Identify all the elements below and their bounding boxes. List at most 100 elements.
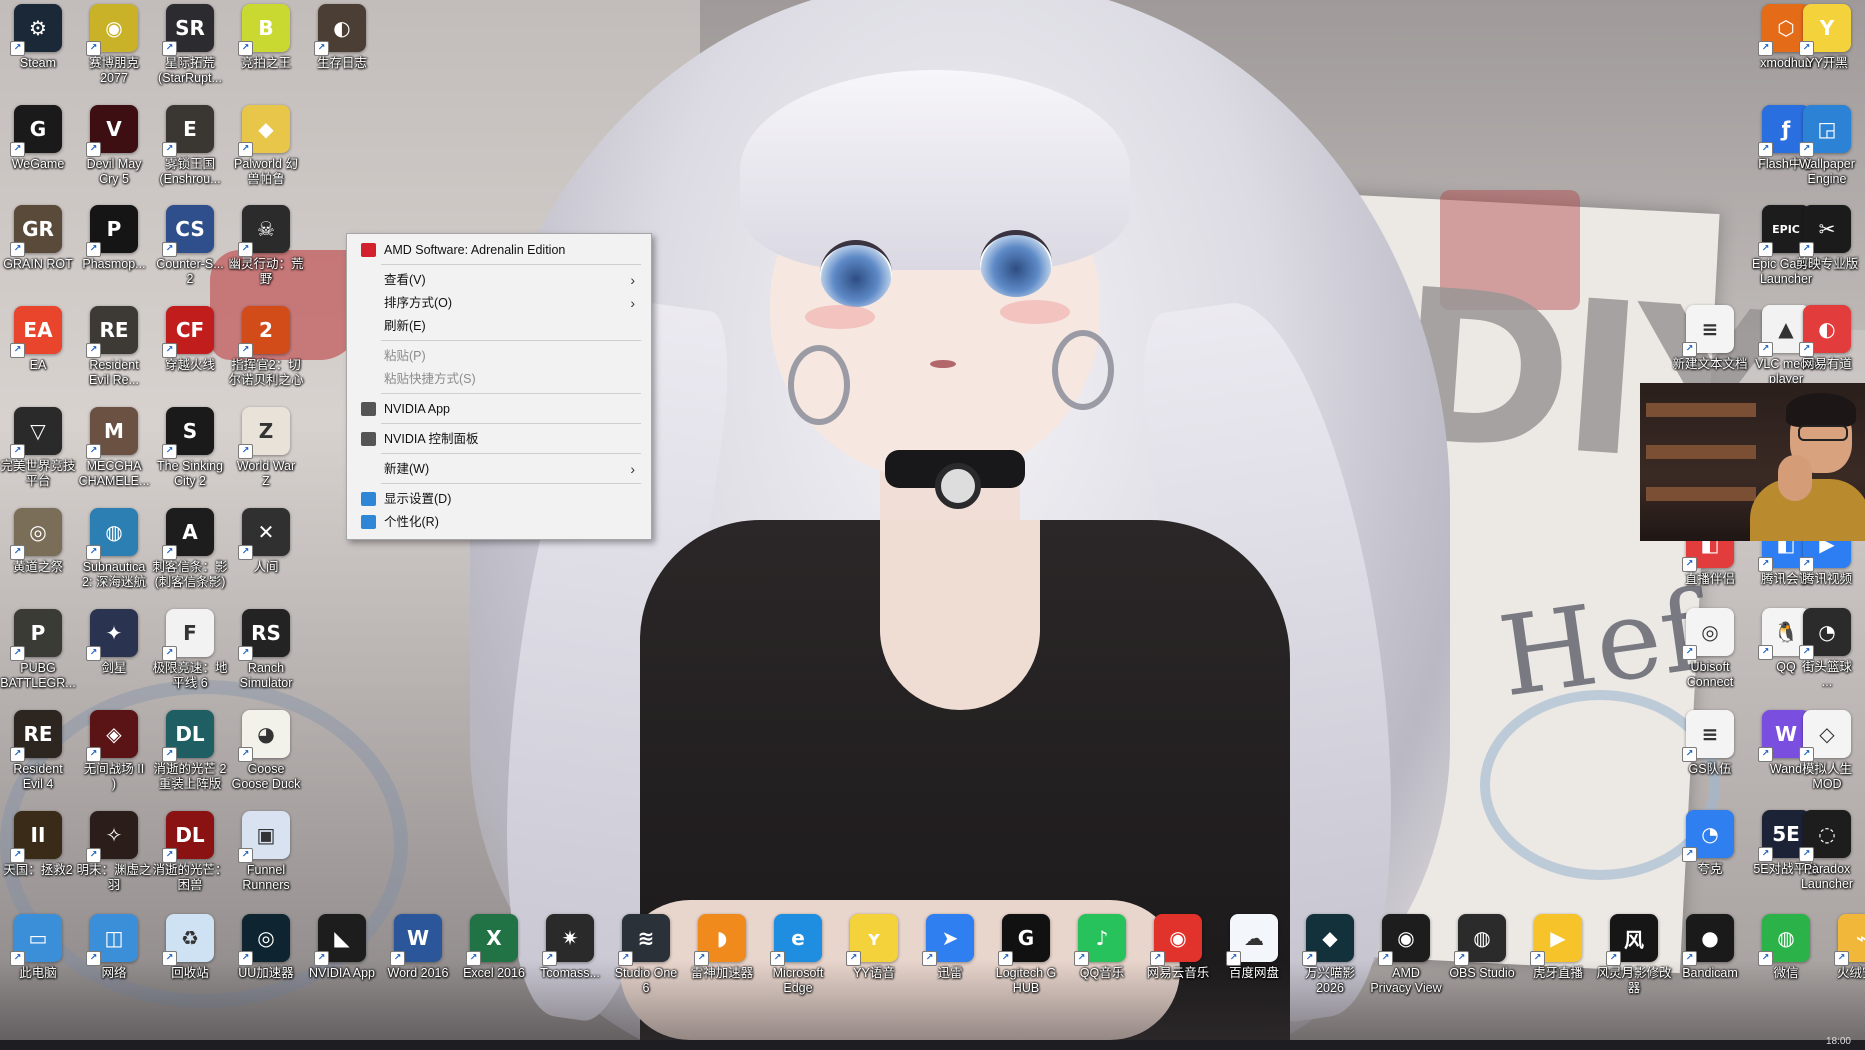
desktop-icon-yy[interactable]: Y ↗ YY开黑 [1789, 4, 1865, 71]
desktop-icon-app[interactable]: ◐ ↗ 生存日志 [304, 4, 380, 71]
shortcut-arrow-icon: ↗ [618, 951, 633, 966]
desktop-icon-bandicam[interactable]: ● ↗ Bandicam [1672, 914, 1748, 981]
desktop-icon-app[interactable]: ◉ ↗ 网易云音乐 [1140, 914, 1216, 981]
desktop-icon-microsoft-edge[interactable]: e ↗ Microsoft Edge [760, 914, 836, 996]
desktop-icon-app[interactable]: ◍ ↗ 微信 [1748, 914, 1824, 981]
desktop-icon-2077[interactable]: ◉ ↗ 赛博朋克 2077 [76, 4, 152, 86]
desktop-icon-counter-s-2[interactable]: CS ↗ Counter-S... 2 [152, 205, 228, 287]
desktop-icon-app[interactable]: ▶ ↗ 虎牙直播 [1520, 914, 1596, 981]
desktop-icon-app[interactable]: B ↗ 竞拍之王 [228, 4, 304, 71]
desktop-icon-tcomass[interactable]: ✷ ↗ Tcomass... [532, 914, 608, 981]
desktop-icon-ii[interactable]: ◈ ↗ 无间战场 II ) [76, 710, 152, 792]
desktop-icon-mecgha-chamele[interactable]: M ↗ MECGHA CHAMELE... [76, 407, 152, 489]
desktop-icon-app[interactable]: ➤ ↗ 迅雷 [912, 914, 988, 981]
menu-item-display-settings[interactable]: 显示设置(D) [349, 487, 647, 511]
desktop-icon-app[interactable]: ◔ ↗ 街头篮球 ... [1789, 608, 1865, 690]
desktop-icon-label: AMD Privacy View [1370, 966, 1442, 995]
desktop-icon-app[interactable]: ◎ ↗ 黄道之祭 [0, 508, 76, 575]
desktop-icon-funnel-runners[interactable]: ▣ ↗ Funnel Runners [228, 811, 304, 893]
desktop-icon-uu[interactable]: ◎ ↗ UU加速器 [228, 914, 304, 981]
desktop-icon-app[interactable]: ⌁↗火绒安全 [1824, 914, 1865, 981]
desktop-icon-phasmop[interactable]: P ↗ Phasmop... [76, 205, 152, 272]
desktop-icon-devil-may-cry-5[interactable]: V ↗ Devil May Cry 5 [76, 105, 152, 187]
desktop-icon-excel-2016[interactable]: X ↗ Excel 2016 [456, 914, 532, 981]
desktop-icon-app[interactable]: ♻ ↗ 回收站 [152, 914, 228, 981]
desktop-icon-app[interactable]: ✧ ↗ 明末：渊虚之 羽 [76, 811, 152, 893]
taskbar-clock[interactable]: 18:00 [1826, 1036, 1851, 1047]
shortcut-arrow-icon: ↗ [162, 242, 177, 257]
desktop-icon-6[interactable]: F ↗ 极限竞速：地 平线 6 [152, 609, 228, 691]
yy-icon: ʏ ↗ [846, 914, 898, 966]
desktop-icon-gs[interactable]: ≡ ↗ GS队伍 [1672, 710, 1748, 777]
desktop-icon-label: 街头篮球 ... [1801, 660, 1852, 689]
desktop-icon-wegame[interactable]: G ↗ WeGame [0, 105, 76, 172]
icon-glyph: SR [175, 16, 205, 40]
desktop-icon-word-2016[interactable]: W ↗ Word 2016 [380, 914, 456, 981]
desktop-icon-the-sinking-city-2[interactable]: S ↗ The Sinking City 2 [152, 407, 228, 489]
desktop-icon-app[interactable]: ◔ ↗ 夸克 [1672, 810, 1748, 877]
desktop-icon-world-war-z[interactable]: Z ↗ World War Z [228, 407, 304, 489]
desktop-icon-app[interactable]: ✂ ↗ 剪映专业版 [1789, 205, 1865, 272]
desktop-icon-app[interactable]: ✕ ↗ 人间 [228, 508, 304, 575]
desktop-icon-resident-evil-4[interactable]: RE ↗ Resident Evil 4 [0, 710, 76, 792]
desktop-icon-grain-rot[interactable]: GR ↗ GRAIN ROT [0, 205, 76, 272]
menu-item-new[interactable]: 新建(W) › [349, 457, 647, 481]
taskbar[interactable] [0, 1040, 1865, 1050]
desktop-icon-qq[interactable]: ♪ ↗ QQ音乐 [1064, 914, 1140, 981]
desktop-icon-app[interactable]: ◗ ↗ 雷神加速器 [684, 914, 760, 981]
desktop-icon-mod[interactable]: ◇ ↗ 模拟人生 MOD [1789, 710, 1865, 792]
desktop-icon-app[interactable]: A ↗ 刺客信条：影 (刺客信条影) [152, 508, 228, 590]
desktop-icon-app[interactable]: ☁ ↗ 百度网盘 [1216, 914, 1292, 981]
menu-item-sort-by[interactable]: 排序方式(O) › [349, 291, 647, 315]
icon-glyph: V [106, 117, 122, 141]
menu-item-view[interactable]: 查看(V) › [349, 268, 647, 292]
desktop-icon-app[interactable]: ≡ ↗ 新建文本文档 [1672, 305, 1748, 372]
desktop-icon-ranch-simulator[interactable]: RS ↗ Ranch Simulator [228, 609, 304, 691]
shortcut-arrow-icon: ↗ [1682, 951, 1697, 966]
desktop-icon-2[interactable]: II ↗ 天国：拯救2 [0, 811, 76, 878]
desktop-icon-2[interactable]: DL ↗ 消逝的光芒 2 重装上阵版 [152, 710, 228, 792]
desktop-icon-amd-privacy-view[interactable]: ◉ ↗ AMD Privacy View [1368, 914, 1444, 996]
desktop-icon-enshrou[interactable]: E ↗ 雾锁王国 (Enshrou... [152, 105, 228, 187]
desktop-icon-palworld[interactable]: ◆ ↗ Palworld 幻 兽帕鲁 [228, 105, 304, 187]
desktop-icon-app[interactable]: ☠ ↗ 幽灵行动：荒 野 [228, 205, 304, 287]
desktop-icon-label: 百度网盘 [1228, 966, 1279, 980]
menu-item-nvidia-app[interactable]: NVIDIA App [349, 397, 647, 421]
tcomass-icon: ✷ ↗ [542, 914, 594, 966]
shortcut-arrow-icon: ↗ [542, 951, 557, 966]
shortcut-arrow-icon: ↗ [314, 41, 329, 56]
desktop-icon-logitech-g-hub[interactable]: G ↗ Logitech G HUB [988, 914, 1064, 996]
desktop-icon-resident-evil-re[interactable]: RE ↗ Resident Evil Re... [76, 306, 152, 388]
desktop-icon-app[interactable]: ◫ ↗ 网络 [76, 914, 152, 981]
desktop-icon-obs-studio[interactable]: ◍ ↗ OBS Studio [1444, 914, 1520, 981]
menu-item-nvidia-control-panel[interactable]: NVIDIA 控制面板 [349, 427, 647, 451]
desktop-icon-2[interactable]: 2 ↗ 指挥官2：切 尔诺贝利之心 [228, 306, 304, 388]
desktop-icon-app[interactable]: DL ↗ 消逝的光芒： 困兽 [152, 811, 228, 893]
desktop-icon-app[interactable]: ▭ ↗ 此电脑 [0, 914, 76, 981]
menu-item-personalize[interactable]: 个性化(R) [349, 510, 647, 534]
desktop-icon-nvidia-app[interactable]: ◣ ↗ NVIDIA App [304, 914, 380, 981]
desktop-icon-paradox-launcher[interactable]: ◌ ↗ Paradox Launcher [1789, 810, 1865, 892]
desktop-icon-app[interactable]: 风 ↗ 风灵月影修改 器 [1596, 914, 1672, 996]
desktop-icon-yy[interactable]: ʏ ↗ YY语音 [836, 914, 912, 981]
desktop-icon-steam[interactable]: ⚙ ↗ Steam [0, 4, 76, 71]
desktop[interactable]: NDIY Hef ⚙ ↗ Steam ◉ ↗ 赛博朋克 2077 SR ↗ 星际拓荒 (Star… [0, 0, 1865, 1050]
desktop-icon-pubg-battlegr[interactable]: P ↗ PUBG BATTLEGR... [0, 609, 76, 691]
desktop-icon-ea[interactable]: EA ↗ EA [0, 306, 76, 373]
desktop-icon-wallpaper-engine[interactable]: ◲ ↗ Wallpaper Engine [1789, 105, 1865, 187]
desktop-icon-starrupt[interactable]: SR ↗ 星际拓荒 (StarRupt... [152, 4, 228, 86]
desktop-icon-app[interactable]: ✦ ↗ 剑星 [76, 609, 152, 676]
desktop-icon-app[interactable]: ◐ ↗ 网易有道 [1789, 305, 1865, 372]
menu-item-refresh[interactable]: 刷新(E) [349, 314, 647, 338]
desktop-icon-goose-goose-duck[interactable]: ◕ ↗ Goose Goose Duck [228, 710, 304, 792]
desktop-icon-ubisoft-connect[interactable]: ◎ ↗ Ubisoft Connect [1672, 608, 1748, 690]
menu-item-amd-software[interactable]: AMD Software: Adrenalin Edition [349, 238, 647, 262]
desktop-icon-app[interactable]: CF ↗ 穿越火线 [152, 306, 228, 373]
desktop-icon-studio-one-6[interactable]: ≋ ↗ Studio One 6 [608, 914, 684, 996]
wallpaper-character-earring [1052, 330, 1114, 410]
desktop-icon-label: Resident Evil 4 [13, 762, 63, 791]
desktop-icon-subnautica-2[interactable]: ◍ ↗ Subnautica 2: 深海迷航 [76, 508, 152, 590]
desktop-icon-2026[interactable]: ◆ ↗ 万兴喵影 2026 [1292, 914, 1368, 996]
icon-glyph: ♪ [1095, 926, 1109, 950]
desktop-icon-app[interactable]: ▽ ↗ 完美世界竞技 平台 [0, 407, 76, 489]
